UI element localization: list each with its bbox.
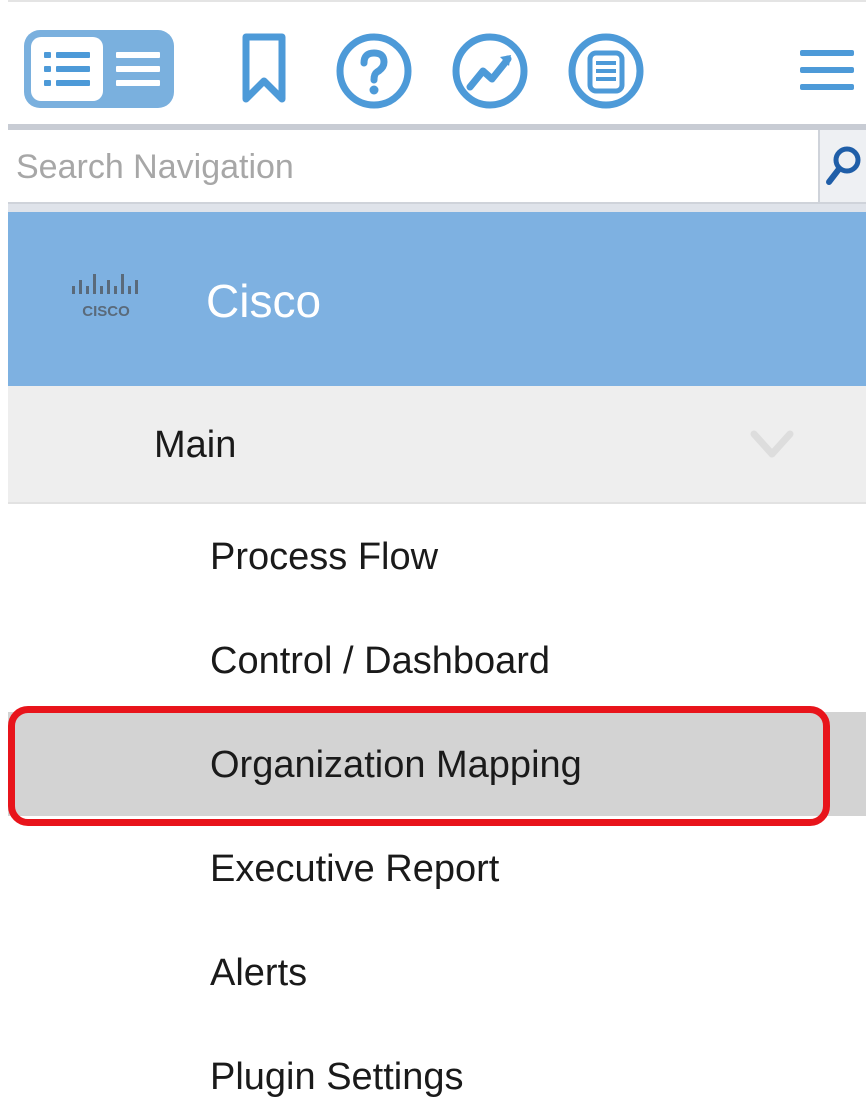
menu-item-label: Organization Mapping: [210, 744, 582, 786]
search-input[interactable]: [8, 134, 816, 200]
menu-item-label: Control / Dashboard: [210, 640, 551, 682]
menu-item-label: Executive Report: [210, 848, 500, 890]
menu-item-label: Plugin Settings: [210, 1056, 464, 1098]
cisco-logo: CISCO: [72, 274, 138, 320]
database-button[interactable]: [564, 30, 648, 112]
search-button[interactable]: [818, 130, 866, 202]
detail-list-icon: [116, 52, 161, 86]
chevron-down-icon[interactable]: [748, 424, 796, 464]
toolbar: [8, 0, 866, 126]
navigation-panel: CISCO Cisco Main Process Flow Control / …: [0, 0, 866, 1111]
separator: [8, 204, 866, 212]
analytics-button[interactable]: [448, 30, 532, 112]
help-icon: [336, 33, 412, 109]
database-icon: [568, 33, 644, 109]
menu-item-organization-mapping[interactable]: Organization Mapping: [8, 712, 866, 816]
bookmark-button[interactable]: [222, 30, 306, 108]
menu-item-process-flow[interactable]: Process Flow: [8, 504, 866, 608]
menu-item-label: Alerts: [210, 952, 308, 994]
cisco-logo-text: CISCO: [82, 303, 130, 320]
brand-name: Cisco: [206, 275, 322, 327]
menu-item-control-dashboard[interactable]: Control / Dashboard: [8, 608, 866, 712]
menu-item-label: Process Flow: [210, 536, 439, 578]
detail-view-button[interactable]: [103, 30, 175, 108]
help-button[interactable]: [332, 30, 416, 112]
list-view-icon: [43, 52, 90, 86]
bookmark-icon: [242, 33, 286, 103]
view-toggle[interactable]: [24, 30, 174, 108]
brand-header[interactable]: CISCO Cisco: [8, 212, 866, 386]
section-main[interactable]: Main: [8, 386, 866, 504]
hamburger-menu-icon: [800, 50, 854, 90]
section-label: Main: [154, 424, 237, 466]
left-edge: [0, 0, 8, 1111]
menu-item-alerts[interactable]: Alerts: [8, 920, 866, 1024]
menu-item-executive-report[interactable]: Executive Report: [8, 816, 866, 920]
search-icon: [826, 146, 861, 185]
list-view-button[interactable]: [31, 37, 103, 101]
search-bar: [8, 130, 866, 204]
trend-icon: [452, 33, 528, 109]
hamburger-menu-button[interactable]: [792, 38, 862, 102]
menu-item-plugin-settings[interactable]: Plugin Settings: [8, 1024, 866, 1111]
